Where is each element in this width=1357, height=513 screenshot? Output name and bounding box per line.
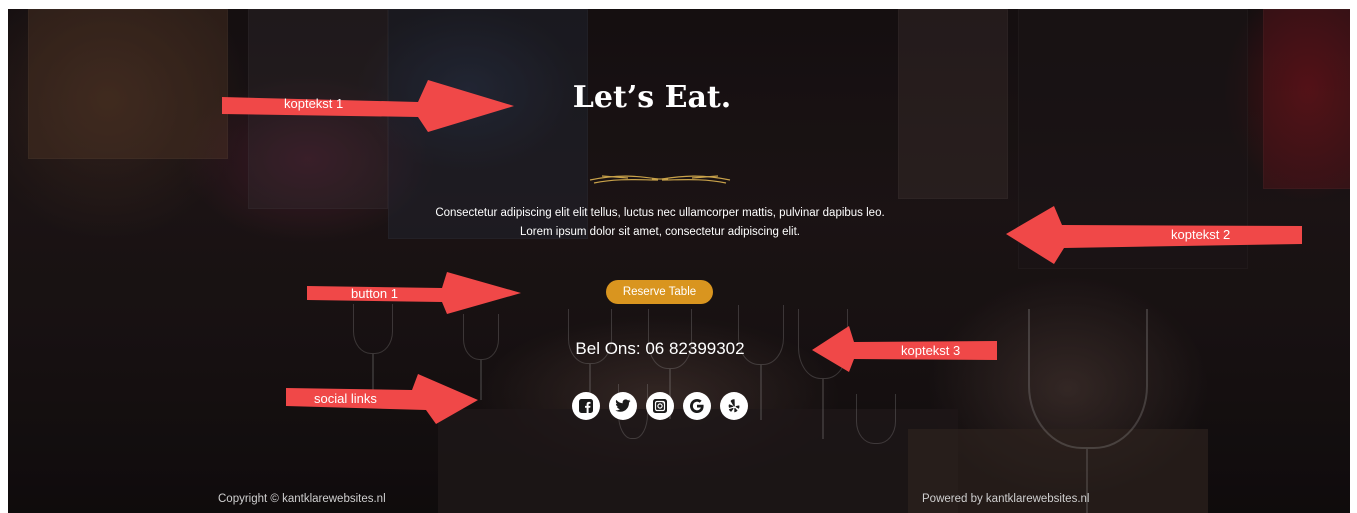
decorative-divider-icon xyxy=(589,175,731,184)
google-icon xyxy=(690,399,704,413)
annotation-label-koptekst-3: koptekst 3 xyxy=(901,343,961,358)
twitter-icon xyxy=(615,399,631,412)
annotation-label-social-links: social links xyxy=(314,391,377,406)
social-links xyxy=(572,392,748,420)
annotation-label-button-1: button 1 xyxy=(351,286,398,301)
twitter-link[interactable] xyxy=(609,392,637,420)
annotation-label-koptekst-2: koptekst 2 xyxy=(1171,227,1231,242)
google-link[interactable] xyxy=(683,392,711,420)
copyright-text: Copyright © kantklarewebsites.nl xyxy=(218,493,386,505)
annotation-arrow-right-icon xyxy=(307,272,521,314)
facebook-link[interactable] xyxy=(572,392,600,420)
annotation-arrow-left-icon xyxy=(1006,206,1302,264)
annotation-arrow-right-icon xyxy=(222,80,514,132)
phone-number[interactable]: Bel Ons: 06 82399302 xyxy=(540,339,780,359)
instagram-link[interactable] xyxy=(646,392,674,420)
hero-description: Consectetur adipiscing elit elit tellus,… xyxy=(435,207,885,238)
reserve-table-button[interactable]: Reserve Table xyxy=(606,280,713,304)
yelp-icon xyxy=(728,399,740,413)
facebook-icon xyxy=(579,399,593,413)
yelp-link[interactable] xyxy=(720,392,748,420)
instagram-icon xyxy=(653,399,667,413)
annotation-label-koptekst-1: koptekst 1 xyxy=(284,96,344,111)
hero-title: Let’s Eat. xyxy=(572,80,732,115)
powered-by-link[interactable]: Powered by kantklarewebsites.nl xyxy=(922,493,1089,505)
